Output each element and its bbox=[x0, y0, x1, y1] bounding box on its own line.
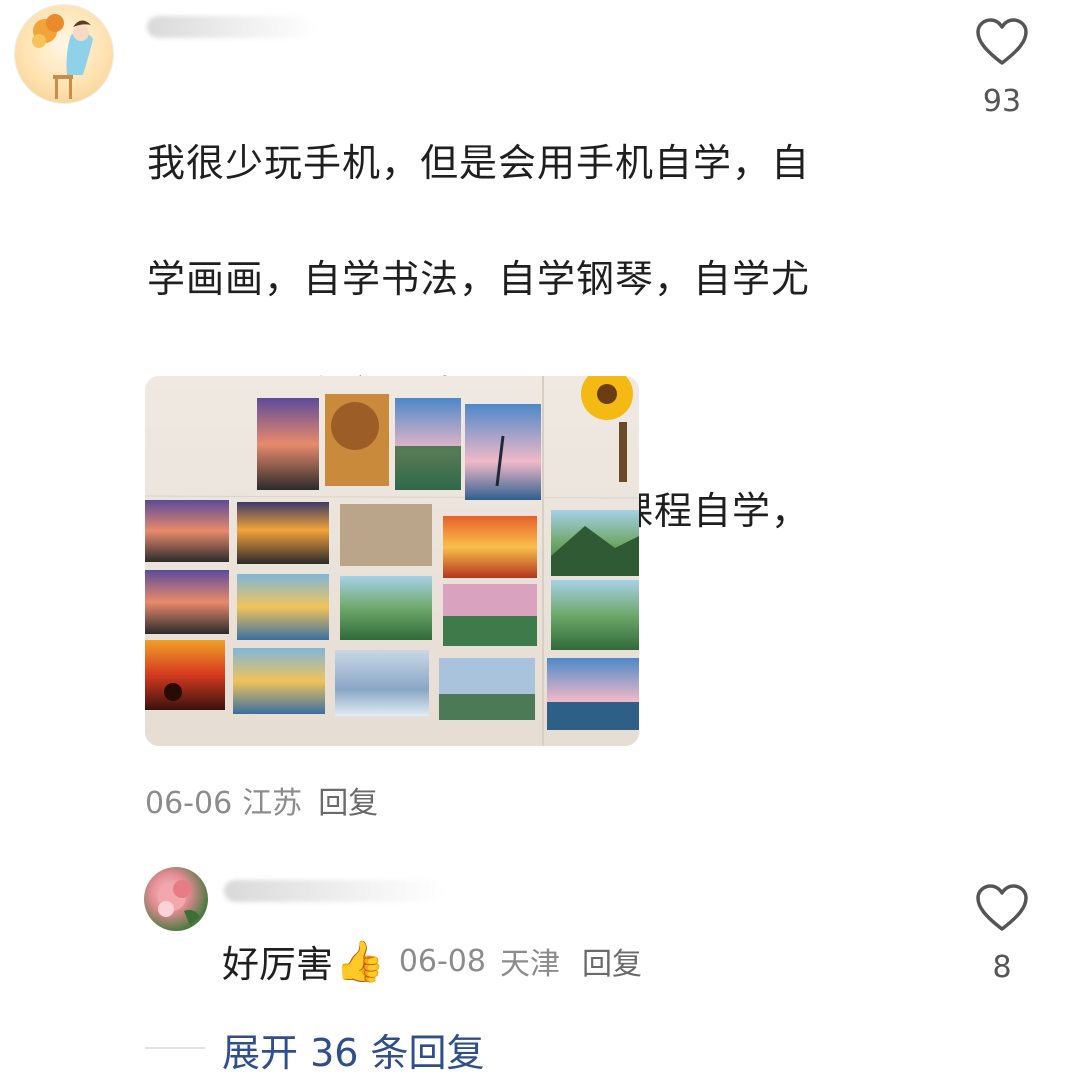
heart-icon bbox=[976, 18, 1028, 65]
reply-content: 好厉害 bbox=[222, 943, 333, 986]
expand-replies-button[interactable]: 展开 36 条回复 bbox=[222, 1022, 485, 1077]
paintings-photo bbox=[145, 376, 639, 746]
avatar-illustration bbox=[158, 880, 200, 925]
reply-button[interactable]: 回复 bbox=[582, 947, 642, 982]
like-button[interactable] bbox=[975, 883, 1029, 937]
username[interactable] bbox=[147, 16, 317, 38]
like-button[interactable] bbox=[975, 17, 1029, 71]
comment-meta: 06-06 江苏 回复 bbox=[145, 778, 378, 822]
divider bbox=[145, 1047, 205, 1049]
reply-button[interactable]: 回复 bbox=[318, 786, 378, 821]
reply-location: 天津 bbox=[500, 947, 560, 982]
reply-text: 好厉害 👍 06-08 天津 回复 bbox=[222, 934, 642, 988]
like-count: 8 bbox=[992, 950, 1012, 985]
comment-date: 06-06 bbox=[145, 786, 233, 821]
comment-line: 我很少玩手机，但是会用手机自学，自 bbox=[147, 141, 811, 185]
username[interactable] bbox=[224, 880, 444, 902]
comment-location: 江苏 bbox=[242, 786, 303, 821]
comment-line: 学画画，自学书法，自学钢琴，自学尤 bbox=[147, 257, 811, 301]
avatar-illustration bbox=[32, 14, 93, 99]
avatar[interactable] bbox=[14, 4, 114, 104]
thumbs-up-icon: 👍 bbox=[335, 938, 385, 985]
reply-date: 06-08 bbox=[398, 943, 486, 979]
heart-icon bbox=[976, 884, 1028, 931]
comment-image[interactable] bbox=[145, 376, 639, 746]
avatar[interactable] bbox=[144, 867, 208, 931]
like-count: 93 bbox=[982, 84, 1022, 119]
